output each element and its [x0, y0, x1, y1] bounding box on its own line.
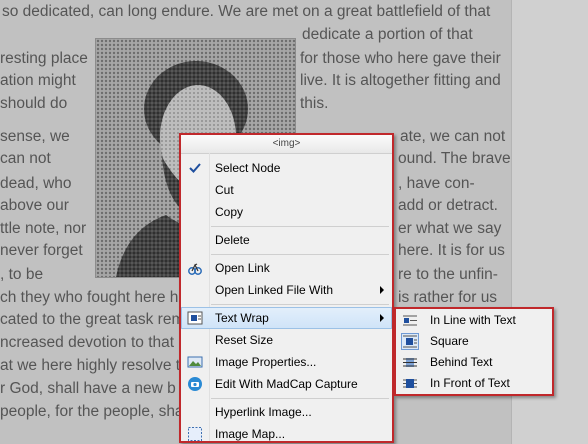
menu-separator — [211, 226, 389, 227]
menu-item-image-map[interactable]: Image Map... — [181, 423, 392, 444]
doc-line: can not — [0, 150, 51, 167]
doc-line: for those who here gave their — [300, 50, 501, 67]
menu-item-cut[interactable]: Cut — [181, 179, 392, 201]
submenu-item-behind-text[interactable]: Behind Text — [396, 352, 552, 373]
menu-separator — [211, 254, 389, 255]
menu-item-open-linked-file-with[interactable]: Open Linked File With — [181, 279, 392, 301]
menu-item-label: Text Wrap — [215, 311, 269, 325]
menu-separator — [211, 304, 389, 305]
menu-item-label: Select Node — [215, 161, 281, 175]
image-properties-icon — [187, 354, 203, 370]
open-link-icon — [187, 260, 203, 276]
doc-line: er what we say — [398, 220, 502, 237]
doc-line: at we here highly resolve th — [0, 357, 189, 374]
doc-line: live. It is altogether fitting and — [300, 72, 501, 89]
submenu-item-label: Behind Text — [430, 355, 493, 369]
menu-item-label: Image Map... — [215, 427, 286, 441]
menu-item-open-link[interactable]: Open Link — [181, 257, 392, 279]
doc-line: ttle note, nor — [0, 220, 87, 237]
doc-line: dedicate a portion of that — [302, 26, 473, 43]
submenu-arrow-icon — [380, 314, 384, 322]
doc-line: people, for the people, sha — [0, 403, 184, 420]
doc-line: ound. The brave — [398, 150, 511, 167]
context-menu-header: <img> — [181, 135, 392, 154]
menu-item-reset-size[interactable]: Reset Size — [181, 329, 392, 351]
square-wrap-icon — [401, 333, 419, 350]
menu-separator — [211, 398, 389, 399]
menu-item-hyperlink-image[interactable]: Hyperlink Image... — [181, 401, 392, 423]
doc-line: , have con- — [398, 175, 475, 192]
doc-line: this. — [300, 95, 329, 112]
doc-line: ncreased devotion to that c — [0, 334, 187, 351]
doc-line: , to be — [0, 266, 44, 283]
menu-item-label: Cut — [215, 183, 234, 197]
menu-item-copy[interactable]: Copy — [181, 201, 392, 223]
menu-item-text-wrap[interactable]: Text Wrap — [181, 307, 392, 329]
doc-line: ation might — [0, 72, 76, 89]
doc-line: ch they who fought here ha — [0, 289, 187, 306]
submenu-item-label: In Front of Text — [430, 376, 510, 390]
menu-item-edit-with-madcap-capture[interactable]: Edit With MadCap Capture — [181, 373, 392, 395]
doc-line: ate, we can not — [400, 128, 506, 145]
menu-item-select-node[interactable]: Select Node — [181, 157, 392, 179]
image-map-icon — [187, 426, 203, 442]
menu-item-label: Open Link — [215, 261, 270, 275]
checkmark-icon — [187, 160, 203, 176]
menu-item-label: Reset Size — [215, 333, 274, 347]
submenu-item-square[interactable]: Square — [396, 331, 552, 352]
doc-line: add or detract. — [398, 197, 498, 214]
doc-line: should do — [0, 95, 68, 112]
submenu-item-in-line-with-text[interactable]: In Line with Text — [396, 310, 552, 331]
menu-item-image-properties[interactable]: Image Properties... — [181, 351, 392, 373]
text-wrap-icon — [187, 310, 203, 326]
doc-line: r God, shall have a new b — [0, 380, 176, 397]
submenu-arrow-icon — [380, 286, 384, 294]
doc-line: never forget — [0, 242, 83, 259]
menu-item-label: Copy — [215, 205, 244, 219]
menu-item-label: Delete — [215, 233, 250, 247]
submenu-item-label: Square — [430, 334, 469, 348]
menu-item-label: Image Properties... — [215, 355, 317, 369]
menu-item-label: Open Linked File With — [215, 283, 334, 297]
doc-line: sense, we — [0, 128, 70, 145]
doc-line: here. It is for us — [398, 242, 505, 259]
doc-line: resting place — [0, 50, 88, 67]
menu-item-label: Hyperlink Image... — [215, 405, 312, 419]
in-front-of-text-icon — [402, 376, 418, 391]
doc-line: above our — [0, 197, 69, 214]
text-wrap-submenu: In Line with Text Square Behind Text In … — [394, 307, 554, 396]
doc-line: is rather for us — [398, 289, 498, 306]
menu-item-delete[interactable]: Delete — [181, 229, 392, 251]
menu-item-label: Edit With MadCap Capture — [215, 377, 358, 391]
context-menu: <img> Select Node Cut Copy Delete Open L… — [179, 133, 394, 443]
inline-with-text-icon — [402, 313, 418, 328]
submenu-item-label: In Line with Text — [430, 313, 516, 327]
submenu-item-in-front-of-text[interactable]: In Front of Text — [396, 373, 552, 394]
doc-line: so dedicated, can long endure. We are me… — [2, 3, 491, 20]
madcap-capture-icon — [187, 376, 203, 392]
doc-line: cated to the great task rem — [0, 311, 185, 328]
behind-text-icon — [402, 355, 418, 370]
doc-line: re to the unfin- — [398, 266, 498, 283]
doc-line: dead, who — [0, 175, 72, 192]
screen: so dedicated, can long endure. We are me… — [0, 0, 588, 444]
